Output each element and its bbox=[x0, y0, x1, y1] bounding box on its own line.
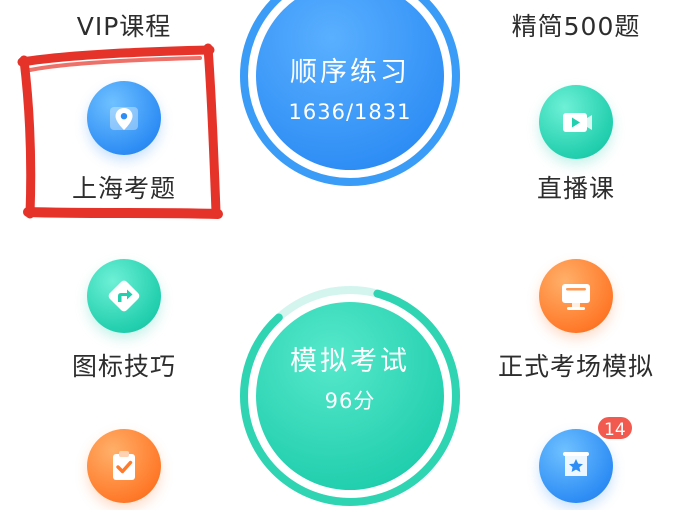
star-board-icon bbox=[539, 429, 613, 503]
favorites-count-badge: 14 bbox=[596, 415, 634, 441]
direction-sign-icon bbox=[87, 259, 161, 333]
mock-exam-title: 模拟考试 bbox=[290, 346, 410, 377]
mock-exam-score: 96分 bbox=[324, 389, 376, 413]
mock-exam-circle[interactable]: 模拟考试 96分 bbox=[256, 302, 444, 490]
icon-tips-label: 图标技巧 bbox=[71, 352, 176, 381]
clipboard-check-icon bbox=[87, 429, 161, 503]
video-play-icon bbox=[539, 85, 613, 159]
formal-exam-simulation-label: 正式考场模拟 bbox=[497, 352, 654, 381]
monitor-icon bbox=[539, 259, 613, 333]
live-course-label: 直播课 bbox=[536, 174, 615, 203]
